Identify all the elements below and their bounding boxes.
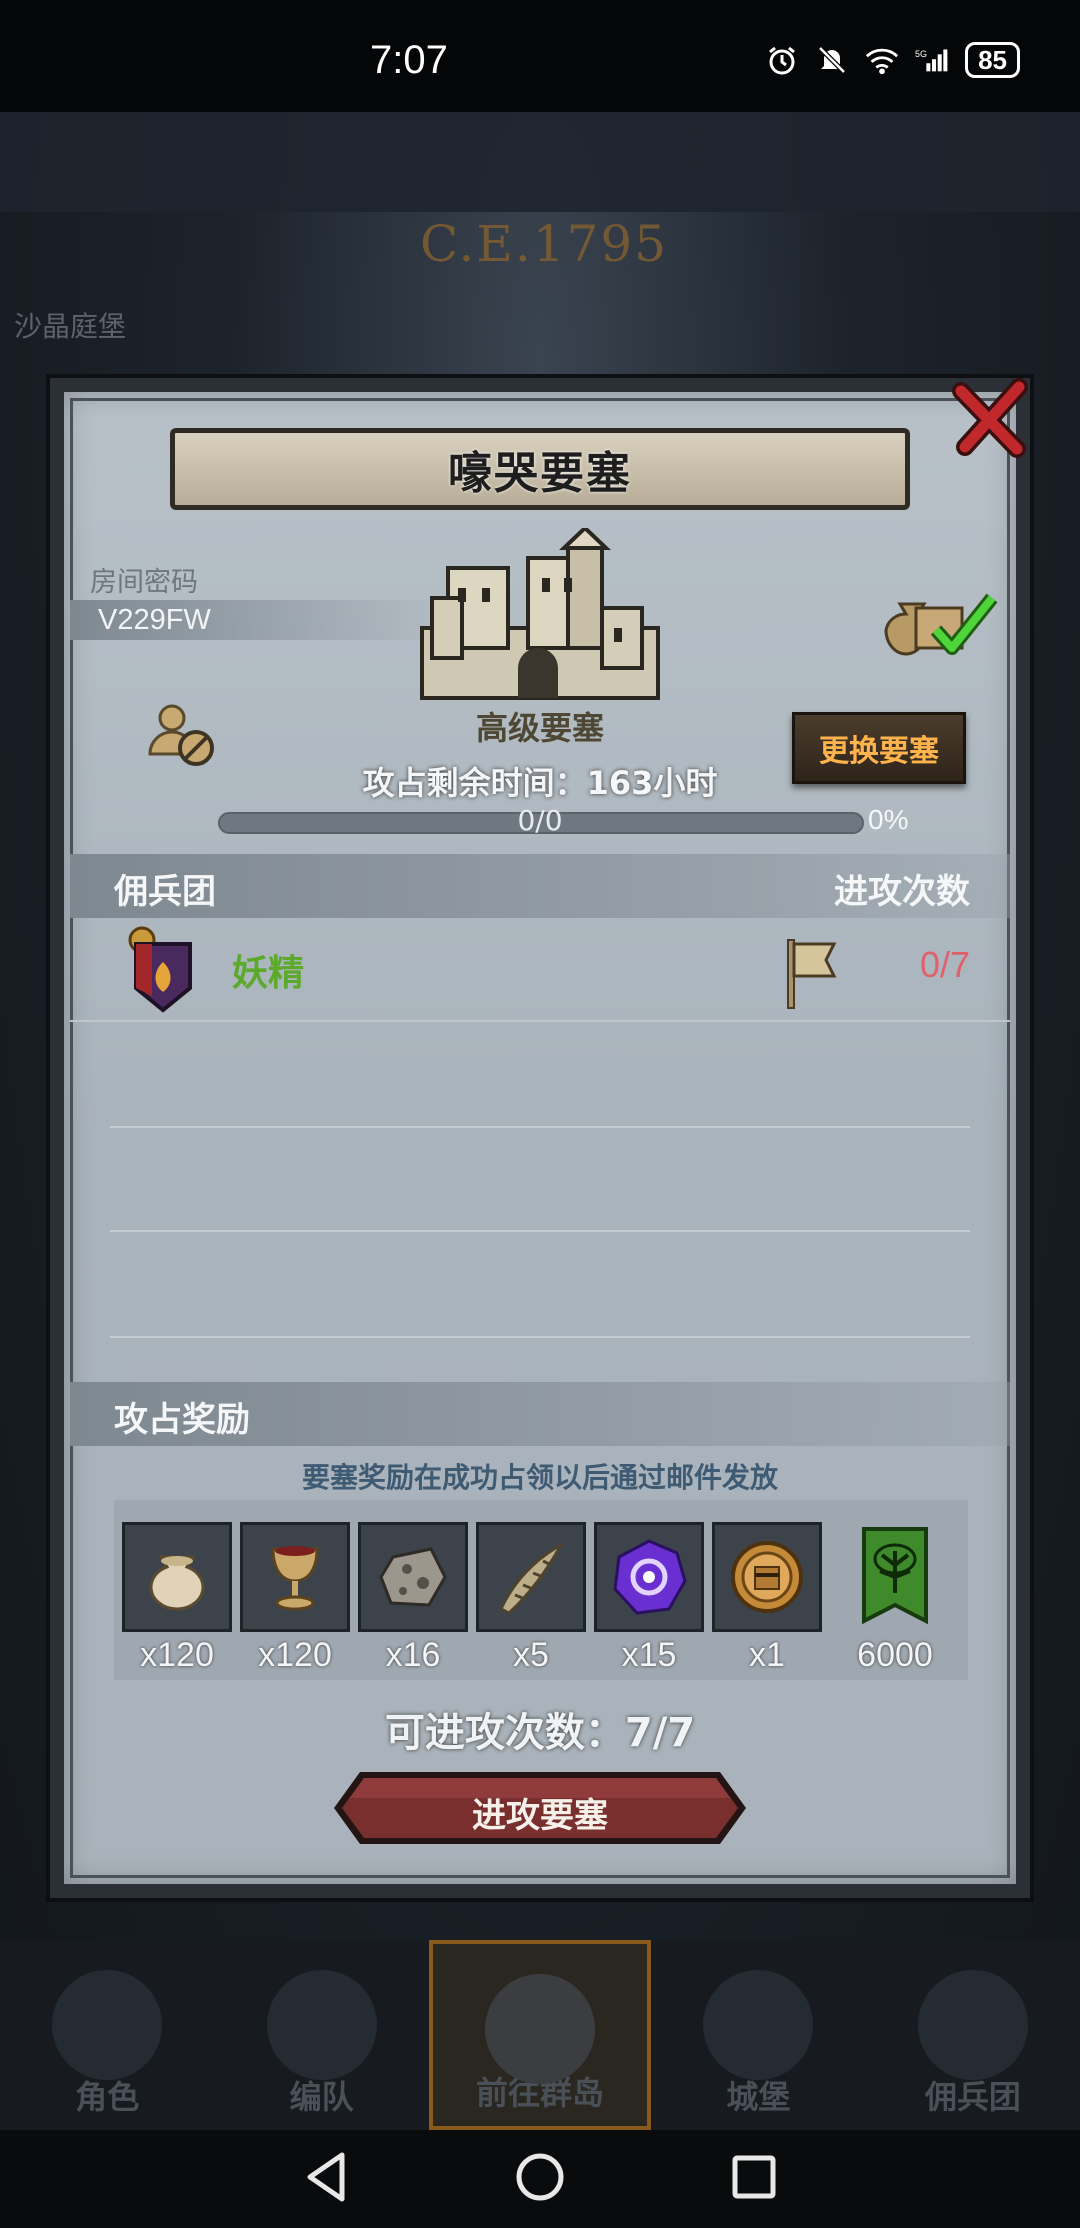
progress-count: 0/0 bbox=[517, 804, 563, 837]
reward-qty: x120 bbox=[140, 1636, 214, 1674]
attack-count: 0/7 bbox=[919, 944, 970, 985]
change-fortress-label: 更换要塞 bbox=[819, 734, 939, 769]
tab-archipelago[interactable]: 前往群岛 bbox=[428, 1940, 652, 2130]
status-icons: 5G 85 bbox=[765, 42, 1020, 78]
reward-qty: 6000 bbox=[857, 1636, 933, 1674]
reward-qty: x120 bbox=[258, 1636, 332, 1674]
title-banner: 嚎哭要塞 bbox=[170, 428, 910, 510]
back-icon[interactable] bbox=[302, 2151, 350, 2207]
home-icon[interactable] bbox=[514, 2151, 566, 2207]
reward-item[interactable]: x5 bbox=[476, 1522, 586, 1675]
divider bbox=[110, 1230, 970, 1232]
divider bbox=[110, 1336, 970, 1338]
reward-note: 要塞奖励在成功占领以后通过邮件发放 bbox=[301, 1461, 778, 1494]
era-label: C.E.1795 bbox=[420, 215, 669, 273]
reward-qty: x15 bbox=[621, 1636, 677, 1674]
compass-icon bbox=[485, 1974, 596, 2084]
castle-icon bbox=[418, 525, 662, 702]
tab-mercenary[interactable]: 佣兵团 bbox=[866, 1940, 1080, 2130]
purple-crystal-icon bbox=[594, 1522, 704, 1632]
reward-item[interactable]: x120 bbox=[122, 1522, 232, 1675]
dialog-title: 嚎哭要塞 bbox=[448, 448, 632, 499]
room-code-label: 房间密码 bbox=[90, 567, 198, 598]
reward-item[interactable]: x120 bbox=[240, 1522, 350, 1675]
horn-icon bbox=[476, 1522, 586, 1632]
mute-icon bbox=[815, 43, 849, 77]
reward-qty: x5 bbox=[513, 1636, 549, 1674]
no-attack-icon bbox=[146, 702, 216, 768]
location-label: 沙晶庭堡 bbox=[14, 310, 127, 343]
rewards-header: 攻占奖励 bbox=[114, 1400, 250, 1440]
flag-icon bbox=[784, 936, 838, 1010]
close-button[interactable] bbox=[950, 375, 1032, 461]
mercenary-header: 佣兵团 bbox=[114, 872, 216, 912]
clock: 7:07 bbox=[370, 38, 448, 82]
guild-emblem-icon bbox=[128, 926, 198, 1014]
list-item[interactable]: 妖精 0/7 bbox=[70, 918, 1010, 1022]
attempts-remaining: 可进攻次数：7/7 bbox=[384, 1710, 696, 1756]
tab-formation[interactable]: 编队 bbox=[214, 1940, 428, 2130]
top-band bbox=[0, 112, 1080, 212]
reward-item[interactable]: x15 bbox=[594, 1522, 704, 1675]
reward-claimed-icon[interactable] bbox=[876, 590, 998, 660]
change-fortress-button[interactable]: 更换要塞 bbox=[792, 712, 966, 784]
attack-fortress-label: 进攻要塞 bbox=[472, 1796, 608, 1836]
attacks-header: 进攻次数 bbox=[834, 872, 970, 912]
svg-text:5G: 5G bbox=[915, 49, 927, 59]
sack-icon bbox=[122, 1522, 232, 1632]
tree-banner-icon bbox=[840, 1522, 950, 1632]
attack-fortress-button[interactable]: 进攻要塞 bbox=[330, 1768, 750, 1848]
mercenary-name: 妖精 bbox=[232, 953, 305, 994]
ore-icon bbox=[358, 1522, 468, 1632]
knight-icon bbox=[52, 1970, 163, 2080]
reward-item[interactable]: 6000 bbox=[840, 1522, 950, 1675]
tab-castle[interactable]: 城堡 bbox=[651, 1940, 865, 2130]
tab-character[interactable]: 角色 bbox=[0, 1940, 214, 2130]
banner-hand-icon bbox=[917, 1970, 1028, 2080]
mercenary-section-header: 佣兵团 进攻次数 bbox=[70, 854, 1010, 918]
reward-item[interactable]: x1 bbox=[712, 1522, 822, 1675]
room-code-value: V229FW bbox=[70, 600, 450, 640]
reward-qty: x16 bbox=[385, 1636, 441, 1674]
reward-item[interactable]: x16 bbox=[358, 1522, 468, 1675]
reward-qty: x1 bbox=[749, 1636, 785, 1674]
castle-tab-icon bbox=[703, 1970, 814, 2080]
signal-5g-icon: 5G bbox=[915, 43, 949, 77]
battery-indicator: 85 bbox=[965, 42, 1020, 78]
divider bbox=[110, 1126, 970, 1128]
progress-percent: 0% bbox=[868, 804, 909, 835]
bottom-tab-bar: 角色 编队 前往群岛 城堡 佣兵团 bbox=[0, 1940, 1080, 2130]
helmet-icon bbox=[266, 1970, 377, 2080]
close-icon bbox=[952, 378, 1028, 458]
status-bar: 7:07 5G 85 bbox=[0, 0, 1080, 112]
system-nav-bar bbox=[0, 2130, 1080, 2228]
alarm-icon bbox=[765, 43, 799, 77]
wifi-icon bbox=[865, 43, 899, 77]
recents-icon[interactable] bbox=[730, 2153, 778, 2205]
knight-medal-icon bbox=[712, 1522, 822, 1632]
chalice-icon bbox=[240, 1522, 350, 1632]
rewards-section-header: 攻占奖励 bbox=[70, 1382, 1010, 1446]
